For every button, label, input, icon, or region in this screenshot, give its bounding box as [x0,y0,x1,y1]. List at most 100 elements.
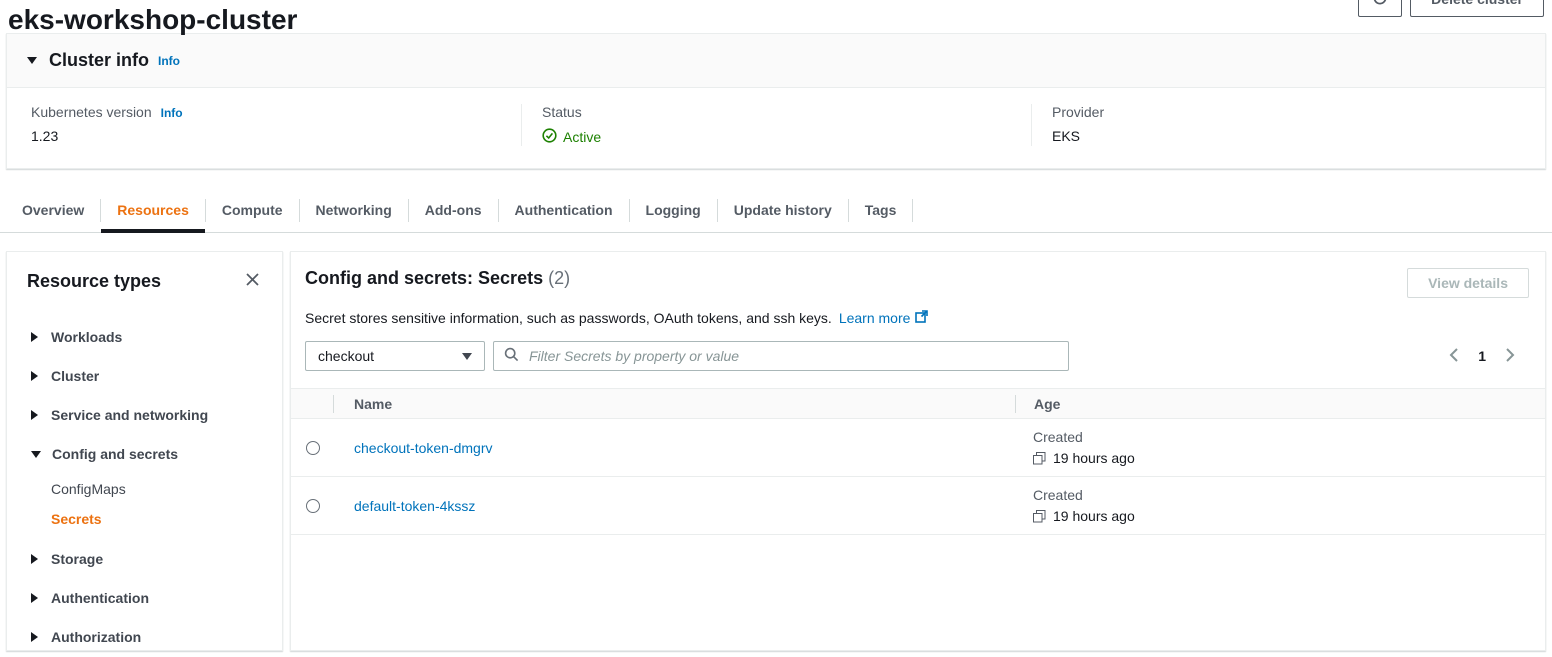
chevron-right-icon [31,554,38,564]
age-column-header: Age [1016,396,1545,412]
search-input[interactable] [527,347,1058,365]
cluster-info-title: Cluster info [49,50,149,71]
sidebar-item-label: Service and networking [51,407,208,423]
copy-icon[interactable] [1033,510,1046,523]
provider-label: Provider [1052,104,1104,120]
field-provider: Provider EKS [1031,104,1545,146]
status-active-icon [542,128,557,146]
kubernetes-version-value: 1.23 [31,128,521,144]
chevron-right-icon [1506,348,1515,365]
age-cell: Created 19 hours ago [1015,487,1545,524]
field-status: Status Active [521,104,1031,146]
search-box [493,341,1069,371]
collapse-caret-icon [27,57,37,64]
secret-link[interactable]: default-token-4kssz [354,498,475,514]
cluster-info-body: Kubernetes version Info 1.23 Status Acti… [7,88,1545,168]
pagination: 1 [1449,348,1529,365]
sidebar-item-workloads[interactable]: Workloads [31,318,262,357]
dropdown-caret-icon [462,353,472,360]
sidebar-item-authentication[interactable]: Authentication [31,579,262,618]
tab-overview[interactable]: Overview [6,189,100,232]
resource-types-list: Workloads Cluster Service and networking… [27,318,262,657]
sidebar-item-label: Storage [51,551,103,567]
kubernetes-version-info-link[interactable]: Info [161,106,183,120]
sidebar-item-label: Cluster [51,368,99,384]
sidebar-item-label: Workloads [51,329,122,345]
cluster-info-header[interactable]: Cluster info Info [7,34,1545,88]
content-area: Resource types Workloads Cluster Service… [6,251,1546,651]
panel-count: (2) [548,268,570,288]
resource-types-panel: Resource types Workloads Cluster Service… [6,251,283,651]
tab-add-ons[interactable]: Add-ons [409,189,498,232]
next-page-button[interactable] [1506,348,1515,365]
table-header-row: Name Age [291,388,1545,419]
chevron-right-icon [31,410,38,420]
age-value: 19 hours ago [1053,508,1135,524]
kubernetes-version-label: Kubernetes version [31,104,152,120]
status-value: Active [563,129,601,145]
panel-title: Config and secrets: Secrets (2) [305,268,570,289]
sidebar-item-config-and-secrets[interactable]: Config and secrets [31,435,262,474]
tab-tags[interactable]: Tags [849,189,913,232]
sidebar-item-storage[interactable]: Storage [31,540,262,579]
resource-types-title: Resource types [27,271,161,292]
chevron-down-icon [31,451,41,458]
sidebar-item-configmaps[interactable]: ConfigMaps [51,474,262,504]
table-row: checkout-token-dmgrv Created 19 hours ag… [291,419,1545,477]
header-actions: Delete cluster [1358,0,1544,17]
name-column-header: Name [334,396,1015,412]
status-label: Status [542,104,582,120]
page-title: eks-workshop-cluster [8,3,297,37]
tab-divider [912,199,913,222]
delete-cluster-button[interactable]: Delete cluster [1410,0,1544,17]
tab-logging[interactable]: Logging [630,189,717,232]
age-created-label: Created [1033,429,1545,445]
refresh-icon [1372,0,1388,9]
field-kubernetes-version: Kubernetes version Info 1.23 [7,104,521,146]
page-header: eks-workshop-cluster Delete cluster [8,0,1544,33]
sidebar-item-secrets[interactable]: Secrets [51,504,262,534]
view-details-button[interactable]: View details [1407,268,1529,298]
sidebar-item-label: Authorization [51,629,141,645]
sidebar-item-label: Config and secrets [52,446,178,462]
sidebar-item-authorization[interactable]: Authorization [31,618,262,657]
tab-compute[interactable]: Compute [206,189,299,232]
copy-icon[interactable] [1033,452,1046,465]
secrets-panel: Config and secrets: Secrets (2) View det… [290,251,1546,651]
filter-dropdown[interactable]: checkout [305,341,485,371]
tab-update-history[interactable]: Update history [718,189,848,232]
age-created-label: Created [1033,487,1545,503]
chevron-left-icon [1449,348,1458,365]
sidebar-item-label: Authentication [51,590,149,606]
status-badge: Active [542,128,1031,146]
tab-resources[interactable]: Resources [101,189,205,232]
sidebar-item-cluster[interactable]: Cluster [31,357,262,396]
cluster-tabs: Overview Resources Compute Networking Ad… [0,189,1552,233]
secrets-table: Name Age checkout-token-dmgrv Created 19… [291,388,1545,535]
tab-authentication[interactable]: Authentication [499,189,629,232]
previous-page-button[interactable] [1449,348,1458,365]
filter-dropdown-value: checkout [318,348,374,364]
tab-networking[interactable]: Networking [300,189,408,232]
external-link-icon [915,310,928,326]
provider-value: EKS [1052,128,1545,144]
row-radio-button[interactable] [306,499,320,513]
learn-more-label: Learn more [839,310,911,326]
chevron-right-icon [31,332,38,342]
row-radio-button[interactable] [306,441,320,455]
chevron-right-icon [31,371,38,381]
chevron-right-icon [31,632,38,642]
page-number[interactable]: 1 [1478,348,1486,364]
panel-title-text: Config and secrets: Secrets [305,268,543,288]
sidebar-item-service-and-networking[interactable]: Service and networking [31,396,262,435]
cluster-info-card: Cluster info Info Kubernetes version Inf… [6,33,1546,169]
cluster-info-info-link[interactable]: Info [158,54,180,68]
learn-more-link[interactable]: Learn more [839,310,929,326]
secret-link[interactable]: checkout-token-dmgrv [354,440,493,456]
age-cell: Created 19 hours ago [1015,429,1545,466]
search-icon [504,347,519,365]
close-icon [245,272,260,290]
close-panel-button[interactable] [243,270,262,292]
panel-description: Secret stores sensitive information, suc… [305,310,832,326]
refresh-button[interactable] [1358,0,1402,17]
